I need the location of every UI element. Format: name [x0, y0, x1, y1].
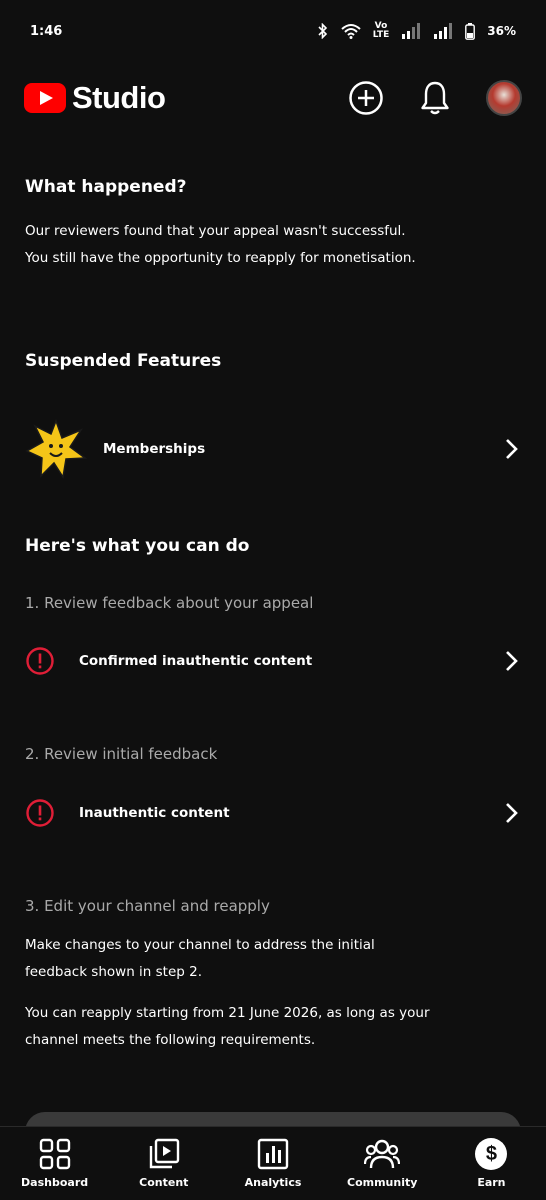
signal-icon-1: [401, 23, 421, 39]
nav-analytics-label: Analytics: [244, 1176, 302, 1189]
nav-community-label: Community: [347, 1176, 418, 1189]
header-actions: [348, 80, 522, 116]
step-3-body-1: Make changes to your channel to address …: [25, 932, 375, 986]
memberships-star-icon: [25, 418, 88, 480]
step-3-body-2: You can reapply starting from 21 June 20…: [25, 1000, 430, 1054]
step-3-line-1: Make changes to your channel to address …: [25, 937, 375, 953]
youtube-play-icon: [24, 83, 66, 113]
step-3-title: 3. Edit your channel and reapply: [25, 897, 270, 915]
appeal-feedback-item[interactable]: Confirmed inauthentic content: [25, 646, 521, 676]
battery-icon: [465, 22, 476, 40]
initial-feedback-label: Inauthentic content: [79, 805, 230, 821]
what-happened-section: What happened?: [25, 177, 186, 197]
step-1-title: 1. Review feedback about your appeal: [25, 594, 314, 612]
signal-icon-2: [433, 23, 453, 39]
avatar[interactable]: [486, 80, 522, 116]
app-name: Studio: [72, 80, 166, 115]
analytics-icon: [257, 1138, 289, 1170]
initial-feedback-item[interactable]: Inauthentic content: [25, 798, 521, 828]
appeal-feedback-label: Confirmed inauthentic content: [79, 653, 313, 669]
suspended-features-title: Suspended Features: [25, 351, 222, 371]
dashboard-icon: [39, 1138, 71, 1170]
earn-icon: $: [475, 1138, 508, 1170]
status-icons: Vo LTE 36%: [317, 22, 516, 40]
nav-dashboard[interactable]: Dashboard: [0, 1127, 109, 1200]
nav-dashboard-label: Dashboard: [21, 1176, 89, 1189]
alert-icon: [25, 646, 55, 676]
bottom-nav: Dashboard Content Analytics Community $ …: [0, 1126, 546, 1200]
content-icon: [148, 1138, 180, 1170]
nav-earn-label: Earn: [477, 1176, 506, 1189]
alert-icon: [25, 798, 55, 828]
nav-content-label: Content: [139, 1176, 189, 1189]
suspended-feature-memberships[interactable]: Memberships: [25, 418, 521, 480]
what-happened-body: Our reviewers found that your appeal was…: [25, 218, 416, 272]
community-icon: [364, 1138, 401, 1170]
nav-analytics[interactable]: Analytics: [218, 1127, 327, 1200]
bluetooth-icon: [317, 23, 329, 39]
network-lte: LTE: [372, 30, 390, 40]
what-happened-line-1: Our reviewers found that your appeal was…: [25, 223, 406, 239]
wifi-icon: [341, 23, 361, 39]
app-header: Studio: [0, 70, 546, 126]
network-type: Vo LTE: [373, 22, 390, 40]
what-happened-line-2: You still have the opportunity to reappl…: [25, 250, 416, 266]
status-bar: 1:46 Vo LTE 36%: [0, 0, 546, 62]
notifications-icon[interactable]: [420, 80, 450, 116]
nav-content[interactable]: Content: [109, 1127, 218, 1200]
step-2-title: 2. Review initial feedback: [25, 745, 218, 763]
battery-percent: 36%: [487, 24, 516, 38]
chevron-right-icon: [501, 439, 521, 459]
nav-community[interactable]: Community: [328, 1127, 437, 1200]
chevron-right-icon: [501, 651, 521, 671]
step-3-line-4: channel meets the following requirements…: [25, 1032, 316, 1048]
nav-earn[interactable]: $ Earn: [437, 1127, 546, 1200]
status-time: 1:46: [30, 23, 63, 39]
chevron-right-icon: [501, 803, 521, 823]
memberships-label: Memberships: [103, 441, 206, 457]
step-3-line-2: feedback shown in step 2.: [25, 964, 203, 980]
create-icon[interactable]: [348, 80, 384, 116]
step-3-line-3: You can reapply starting from 21 June 20…: [25, 1005, 430, 1021]
what-you-can-do-title: Here's what you can do: [25, 536, 250, 556]
studio-logo[interactable]: Studio: [24, 80, 348, 116]
what-happened-title: What happened?: [25, 177, 187, 197]
